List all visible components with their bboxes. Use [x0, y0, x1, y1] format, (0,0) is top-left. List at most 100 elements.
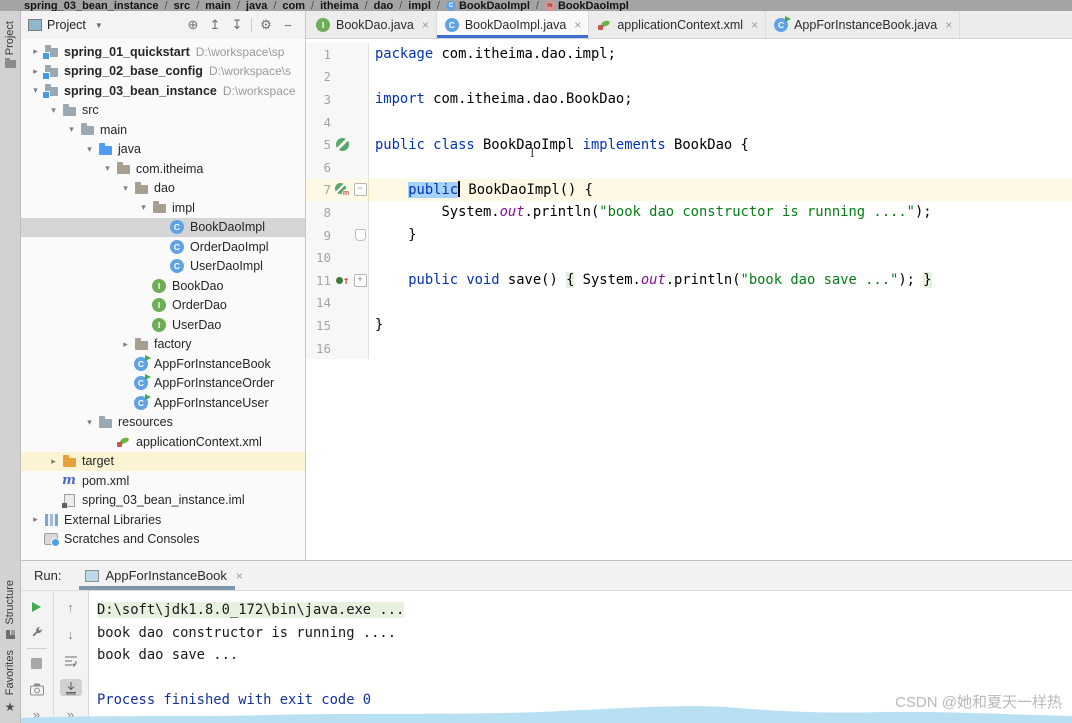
breadcrumb-item[interactable]: com — [282, 0, 305, 11]
fold-marker[interactable]: − — [353, 183, 367, 197]
up-stack-button[interactable]: ↑ — [60, 599, 82, 617]
chevron-right-icon[interactable]: ▸ — [28, 46, 43, 57]
tree-item[interactable]: ▸ factory — [20, 335, 305, 355]
tree-item[interactable]: C OrderDaoImpl — [20, 237, 305, 257]
chevron-right-icon[interactable]: ▸ — [28, 514, 43, 525]
tree-item[interactable]: I UserDao — [20, 315, 305, 335]
scroll-to-end-button[interactable] — [59, 678, 82, 697]
interface-icon: I — [151, 297, 167, 313]
editor-tab-label: applicationContext.xml — [617, 17, 744, 32]
close-icon[interactable]: × — [422, 18, 429, 32]
run-tab[interactable]: AppForInstanceBook × — [79, 561, 248, 590]
tree-item[interactable]: ▸ spring_02_base_config D:\workspace\s — [20, 62, 305, 82]
settings-icon[interactable]: ⚙ — [255, 17, 277, 33]
tree-item[interactable]: C BookDaoImpl — [20, 217, 305, 237]
tree-item[interactable]: ▾ com.itheima — [20, 159, 305, 179]
more-button[interactable]: » — [26, 707, 48, 723]
hide-icon[interactable]: − — [277, 18, 299, 33]
tree-item[interactable]: ▸ External Libraries — [20, 510, 305, 530]
breadcrumb-item[interactable]: src — [174, 0, 191, 11]
override-gutter-icon[interactable] — [336, 274, 350, 287]
tree-item[interactable]: ▾ dao — [20, 179, 305, 199]
libraries-icon — [43, 512, 59, 528]
constructor-gutter-icon[interactable] — [334, 183, 351, 199]
settings-button[interactable] — [26, 624, 48, 640]
chevron-down-icon[interactable]: ▾ — [28, 85, 43, 96]
down-stack-button[interactable]: ↓ — [60, 626, 82, 644]
tree-item[interactable]: applicationContext.xml — [20, 432, 305, 452]
more-button[interactable]: » — [60, 705, 82, 723]
breadcrumb-item[interactable]: java — [246, 0, 267, 11]
expand-all-icon[interactable]: ↥ — [204, 17, 226, 33]
interface-icon: I — [151, 317, 167, 333]
tree-item[interactable]: m pom.xml — [20, 471, 305, 491]
chevron-down-icon[interactable]: ▾ — [82, 417, 97, 428]
tree-item[interactable]: C AppForInstanceUser — [20, 393, 305, 413]
chevron-down-icon[interactable]: ▾ — [82, 144, 97, 155]
structure-icon[interactable] — [5, 629, 15, 639]
tree-item[interactable]: C AppForInstanceOrder — [20, 374, 305, 394]
chevron-right-icon[interactable]: ▸ — [118, 339, 133, 350]
soft-wrap-button[interactable] — [60, 652, 82, 670]
editor-tab[interactable]: C AppForInstanceBook.java × — [766, 11, 961, 38]
fold-end-marker[interactable] — [354, 229, 366, 242]
tree-item[interactable]: ▾ main — [20, 120, 305, 140]
breadcrumb-item[interactable]: main — [205, 0, 231, 11]
tree-item-label: pom.xml — [82, 473, 130, 488]
editor-tab[interactable]: C BookDaoImpl.java × — [436, 11, 590, 38]
tree-item[interactable]: I OrderDao — [20, 296, 305, 316]
tree-item[interactable]: ▾ src — [20, 101, 305, 121]
code-editor[interactable]: 1 package com.itheima.dao.impl; 2 3 import c… — [306, 39, 1072, 560]
rerun-button[interactable] — [26, 599, 48, 615]
tree-item-label: BookDaoImpl — [190, 220, 266, 235]
favorites-star-icon[interactable]: ★ — [5, 700, 16, 714]
breadcrumb-item[interactable]: dao — [374, 0, 394, 11]
sidebar-item-structure[interactable]: Structure — [4, 580, 16, 625]
project-toolwindow-icon[interactable] — [4, 58, 16, 69]
chevron-down-icon[interactable]: ▾ — [118, 183, 133, 194]
breadcrumb-item[interactable]: m BookDaoImpl — [544, 0, 629, 11]
collapse-all-icon[interactable]: ↧ — [226, 17, 248, 33]
tree-item[interactable]: I BookDao — [20, 276, 305, 296]
class-icon: C — [444, 17, 460, 33]
tree-item[interactable]: ▸ target — [20, 451, 305, 471]
breadcrumb-item[interactable]: itheima — [320, 0, 359, 11]
tree-item[interactable]: Scratches and Consoles — [20, 530, 305, 550]
class-icon: C — [169, 239, 185, 255]
chevron-down-icon[interactable]: ▾ — [64, 124, 79, 135]
method-icon: m — [544, 1, 555, 11]
tree-item[interactable]: ▸ spring_01_quickstart D:\workspace\sp — [20, 42, 305, 62]
tree-item[interactable]: ▾ spring_03_bean_instance D:\workspace — [20, 81, 305, 101]
chevron-down-icon[interactable]: ▾ — [46, 105, 61, 116]
chevron-right-icon[interactable]: ▸ — [28, 66, 43, 77]
sidebar-item-project[interactable]: Project — [4, 21, 16, 55]
folder-java-icon — [97, 141, 113, 157]
stop-button[interactable] — [26, 656, 48, 672]
chevron-right-icon[interactable]: ▸ — [46, 456, 61, 467]
close-icon[interactable]: × — [574, 18, 581, 32]
chevron-down-icon[interactable]: ▾ — [100, 163, 115, 174]
close-icon[interactable]: × — [945, 18, 952, 32]
module-icon — [42, 83, 59, 99]
code-line: 4 — [306, 110, 1072, 134]
project-panel-title[interactable]: Project ▼ — [28, 18, 103, 32]
breadcrumb-item[interactable]: C BookDaoImpl — [445, 0, 530, 11]
tree-item[interactable]: spring_03_bean_instance.iml — [20, 491, 305, 511]
editor-tab[interactable]: I BookDao.java × — [308, 11, 437, 38]
close-icon[interactable]: × — [236, 569, 243, 583]
locate-icon[interactable]: ⊕ — [182, 17, 204, 33]
fold-marker[interactable]: + — [353, 273, 367, 287]
implements-gutter-icon[interactable] — [336, 138, 349, 152]
screenshot-button[interactable] — [26, 681, 48, 697]
chevron-down-icon[interactable]: ▾ — [136, 202, 151, 213]
breadcrumb-item[interactable]: spring_03_bean_instance — [24, 0, 159, 11]
tree-item[interactable]: C UserDaoImpl — [20, 257, 305, 277]
editor-tab[interactable]: applicationContext.xml × — [589, 11, 767, 38]
breadcrumb-item[interactable]: impl — [408, 0, 431, 11]
tree-item[interactable]: ▾ resources — [20, 413, 305, 433]
tree-item[interactable]: ▾ java — [20, 140, 305, 160]
sidebar-item-favorites[interactable]: Favorites — [4, 650, 16, 695]
tree-item[interactable]: C AppForInstanceBook — [20, 354, 305, 374]
close-icon[interactable]: × — [751, 18, 758, 32]
tree-item[interactable]: ▾ impl — [20, 198, 305, 218]
